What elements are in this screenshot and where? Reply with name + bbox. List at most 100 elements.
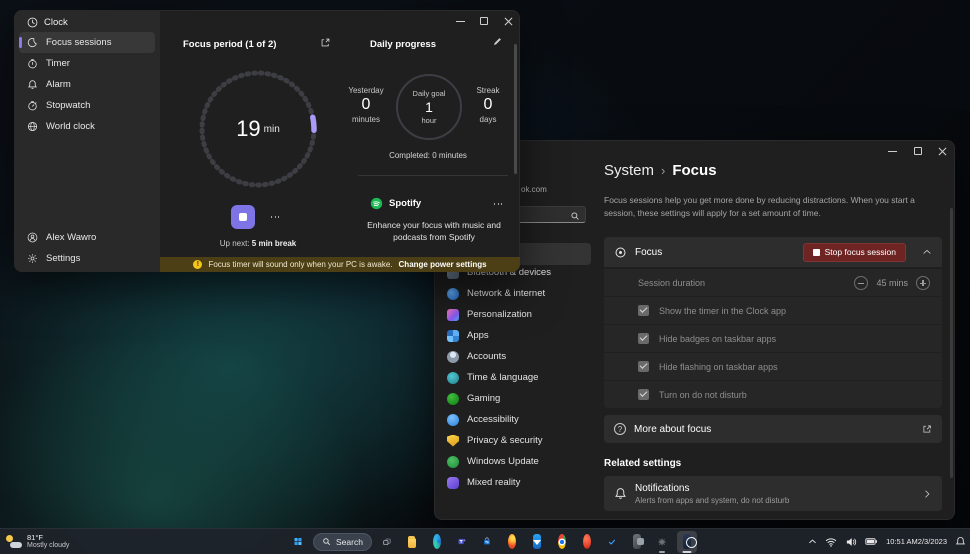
blue-download-app-button[interactable] [527, 531, 547, 553]
chevron-up-icon[interactable] [922, 247, 932, 257]
clock-app-taskbar-icon [683, 534, 691, 549]
taskbar: 81°F Mostly cloudy Search [0, 528, 970, 554]
sidebar-item-gaming[interactable]: Gaming [439, 388, 591, 409]
account-name: Alex Wawro [46, 232, 96, 243]
sidebar-item-accounts[interactable]: Accounts [439, 346, 591, 367]
edge-browser-button[interactable] [427, 531, 447, 553]
close-icon [504, 17, 513, 26]
taskbar-search[interactable]: Search [313, 533, 372, 551]
accounts-person-icon [447, 351, 459, 363]
firefox-button[interactable] [502, 531, 522, 553]
personalization-brush-icon [447, 309, 459, 321]
teams-button[interactable] [452, 531, 472, 553]
notifications-description: Alerts from apps and system, do not dist… [635, 496, 789, 505]
taskbar-center: Search [288, 529, 697, 554]
file-explorer-button[interactable] [402, 531, 422, 553]
clock-sidebar-footer: Alex Wawro Settings [19, 227, 155, 269]
stop-focus-session-button[interactable]: Stop focus session [803, 243, 906, 262]
sidebar-item-accessibility[interactable]: Accessibility [439, 409, 591, 430]
privacy-shield-icon [447, 435, 459, 447]
blue-checkmark-icon [608, 535, 616, 549]
nav-item-alarm[interactable]: Alarm [19, 74, 155, 95]
chrome-icon [558, 534, 566, 549]
network-tray-button[interactable] [825, 536, 837, 548]
stop-icon [239, 213, 247, 221]
compact-overlay-button[interactable] [320, 37, 331, 48]
session-duration-label: Session duration [638, 278, 705, 288]
clock-minimize-button[interactable] [448, 10, 472, 32]
clock-app-button[interactable] [677, 531, 697, 553]
duration-decrease-button[interactable] [854, 276, 868, 290]
hide-flashing-checkbox[interactable] [638, 361, 649, 372]
search-label: Search [336, 537, 363, 547]
time-remaining-unit: min [264, 124, 280, 135]
duration-increase-button[interactable] [916, 276, 930, 290]
start-button[interactable] [288, 531, 308, 553]
microsoft-store-button[interactable] [477, 531, 497, 553]
edit-goal-button[interactable] [492, 36, 503, 47]
clock-close-button[interactable] [496, 10, 520, 32]
task-view-button[interactable] [377, 531, 397, 553]
breadcrumb-parent[interactable]: System [604, 162, 654, 179]
nav-item-stopwatch[interactable]: Stopwatch [19, 95, 155, 116]
teams-icon [458, 534, 466, 549]
chevron-up-icon [808, 537, 817, 546]
chevron-right-icon [922, 489, 932, 499]
session-duration-value: 45 mins [876, 278, 908, 288]
red-swirl-app-icon [583, 534, 591, 549]
sidebar-item-personalization[interactable]: Personalization [439, 304, 591, 325]
wifi-icon [825, 536, 837, 548]
stat-streak: Streak 0 days [460, 86, 516, 124]
sidebar-item-apps[interactable]: Apps [439, 325, 591, 346]
pop-out-icon [320, 37, 331, 48]
focus-timer-ring: 19 min [196, 67, 320, 191]
stop-timer-button[interactable] [231, 205, 255, 229]
more-about-focus-card[interactable]: More about focus [604, 415, 942, 443]
maximize-icon [914, 147, 922, 155]
nav-item-label: Stopwatch [46, 100, 90, 111]
settings-sidebar-nav: Bluetooth & devices Network & internet P… [439, 262, 591, 493]
clock-date-tray[interactable]: 10:51 AM 2/3/2023 [886, 537, 947, 547]
hidden-icons-button[interactable] [808, 537, 817, 546]
close-icon [938, 147, 947, 156]
clock-scrollbar[interactable] [514, 44, 517, 174]
nav-item-settings[interactable]: Settings [19, 248, 155, 269]
account-email-fragment: ok.com [521, 185, 547, 194]
change-power-settings-link[interactable]: Change power settings [399, 260, 487, 269]
sidebar-item-mixed-reality[interactable]: Mixed reality [439, 472, 591, 493]
settings-app-button[interactable] [652, 531, 672, 553]
settings-minimize-button[interactable] [880, 140, 905, 162]
spotify-more-options-button[interactable] [488, 194, 508, 214]
clock-maximize-button[interactable] [472, 10, 496, 32]
checkmark-app-button[interactable] [602, 531, 622, 553]
sidebar-item-time-language[interactable]: Time & language [439, 367, 591, 388]
do-not-disturb-checkbox[interactable] [638, 389, 649, 400]
avatar-icon [27, 232, 38, 243]
nav-item-world-clock[interactable]: World clock [19, 116, 155, 137]
settings-close-button[interactable] [930, 140, 955, 162]
sidebar-item-label: Network & internet [467, 288, 545, 299]
account-item[interactable]: Alex Wawro [19, 227, 155, 248]
nav-item-timer[interactable]: Timer [19, 53, 155, 74]
sidebar-item-windows-update[interactable]: Windows Update [439, 451, 591, 472]
maximize-icon [480, 17, 488, 25]
banner-message: Focus timer will sound only when your PC… [208, 260, 392, 269]
weather-cloud-sun-icon [6, 535, 22, 548]
settings-scrollbar[interactable] [950, 208, 953, 478]
red-browser-app-button[interactable] [577, 531, 597, 553]
sidebar-item-network-internet[interactable]: Network & internet [439, 283, 591, 304]
gray-app-button[interactable] [627, 531, 647, 553]
hide-badges-checkbox[interactable] [638, 333, 649, 344]
volume-tray-button[interactable] [845, 536, 857, 548]
weather-widget[interactable]: 81°F Mostly cloudy [6, 529, 69, 554]
sidebar-item-privacy-security[interactable]: Privacy & security [439, 430, 591, 451]
chrome-button[interactable] [552, 531, 572, 553]
settings-maximize-button[interactable] [905, 140, 930, 162]
battery-tray-button[interactable] [865, 535, 878, 548]
nav-item-focus-sessions[interactable]: Focus sessions [19, 32, 155, 53]
notification-center-button[interactable] [955, 536, 966, 547]
show-timer-checkbox[interactable] [638, 305, 649, 316]
notifications-card[interactable]: Notifications Alerts from apps and syste… [604, 476, 942, 511]
settings-window-controls [880, 140, 955, 162]
timer-more-options-button[interactable] [265, 207, 285, 227]
